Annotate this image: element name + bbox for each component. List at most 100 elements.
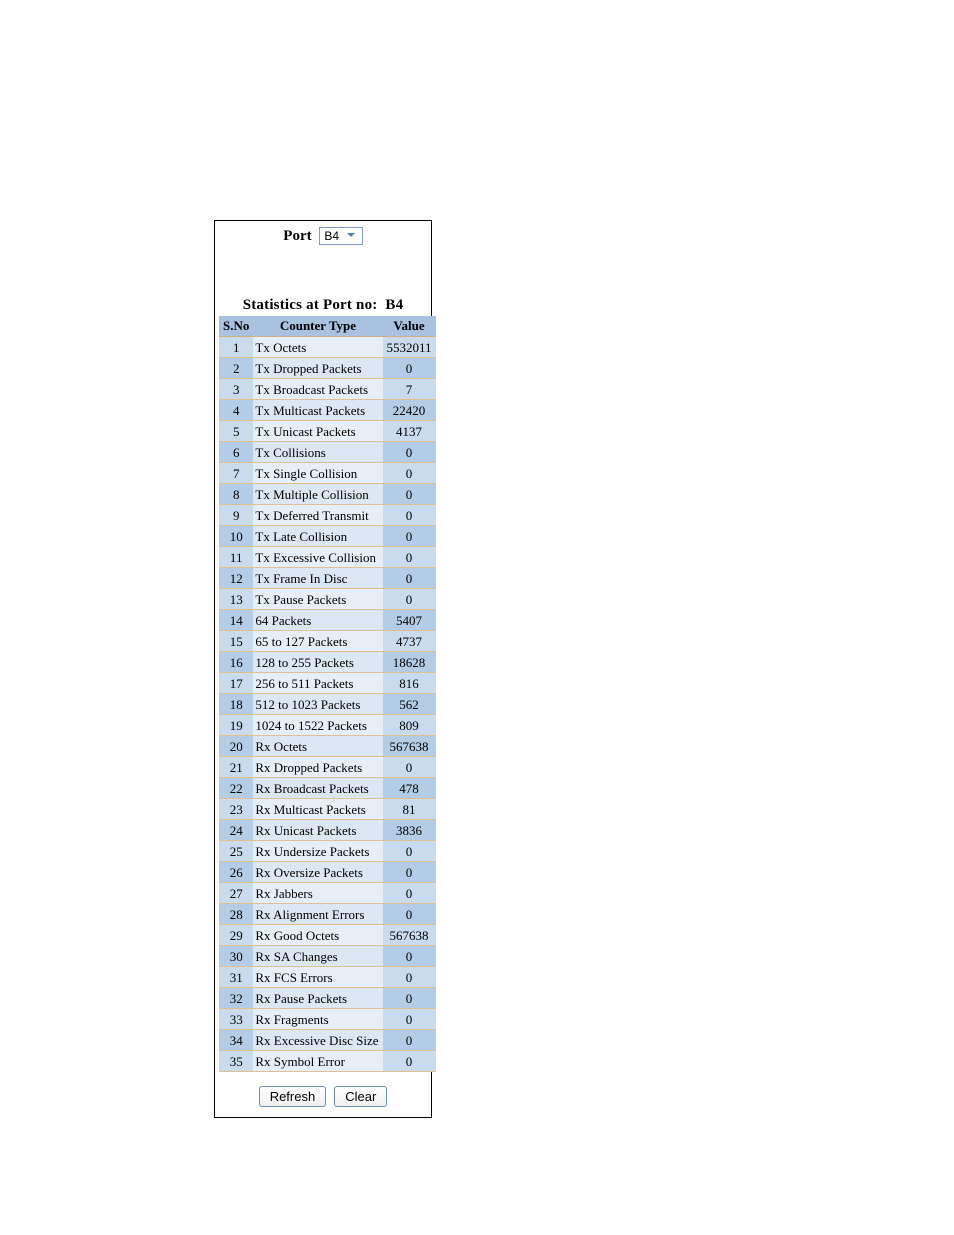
cell-sno: 11 — [219, 547, 253, 568]
table-row: 23Rx Multicast Packets81 — [219, 799, 436, 820]
cell-counter-type: Rx FCS Errors — [253, 967, 382, 988]
cell-counter-type: Rx SA Changes — [253, 946, 382, 967]
table-row: 1565 to 127 Packets4737 — [219, 631, 436, 652]
cell-counter-type: Rx Oversize Packets — [253, 862, 382, 883]
table-row: 29Rx Good Octets567638 — [219, 925, 436, 946]
table-row: 16128 to 255 Packets18628 — [219, 652, 436, 673]
cell-counter-type: Tx Octets — [253, 337, 382, 358]
table-row: 32Rx Pause Packets0 — [219, 988, 436, 1009]
cell-sno: 14 — [219, 610, 253, 631]
cell-sno: 21 — [219, 757, 253, 778]
button-row: Refresh Clear — [219, 1086, 427, 1107]
cell-sno: 22 — [219, 778, 253, 799]
cell-sno: 3 — [219, 379, 253, 400]
refresh-button[interactable]: Refresh — [259, 1086, 327, 1107]
cell-counter-type: Tx Frame In Disc — [253, 568, 382, 589]
statistics-title-prefix: Statistics at Port no: — [243, 297, 378, 313]
table-row: 34Rx Excessive Disc Size0 — [219, 1030, 436, 1051]
clear-button[interactable]: Clear — [334, 1086, 387, 1107]
cell-counter-type: Rx Symbol Error — [253, 1051, 382, 1072]
table-row: 24Rx Unicast Packets3836 — [219, 820, 436, 841]
cell-sno: 15 — [219, 631, 253, 652]
cell-value: 0 — [383, 988, 436, 1009]
cell-value: 0 — [383, 484, 436, 505]
table-row: 25Rx Undersize Packets0 — [219, 841, 436, 862]
port-selector-row: Port B4 — [219, 227, 427, 247]
cell-sno: 23 — [219, 799, 253, 820]
cell-sno: 18 — [219, 694, 253, 715]
cell-counter-type: Tx Unicast Packets — [253, 421, 382, 442]
cell-value: 567638 — [383, 736, 436, 757]
table-row: 22Rx Broadcast Packets478 — [219, 778, 436, 799]
port-select-value: B4 — [324, 229, 340, 243]
cell-sno: 34 — [219, 1030, 253, 1051]
cell-counter-type: 512 to 1023 Packets — [253, 694, 382, 715]
col-header-value: Value — [383, 316, 436, 337]
cell-value: 0 — [383, 862, 436, 883]
cell-sno: 32 — [219, 988, 253, 1009]
cell-value: 0 — [383, 526, 436, 547]
cell-value: 0 — [383, 946, 436, 967]
cell-sno: 13 — [219, 589, 253, 610]
cell-counter-type: Rx Alignment Errors — [253, 904, 382, 925]
table-row: 13Tx Pause Packets0 — [219, 589, 436, 610]
cell-counter-type: Rx Octets — [253, 736, 382, 757]
port-select[interactable]: B4 — [319, 227, 362, 245]
table-row: 21Rx Dropped Packets0 — [219, 757, 436, 778]
cell-sno: 24 — [219, 820, 253, 841]
cell-value: 5532011 — [383, 337, 436, 358]
chevron-down-icon — [346, 230, 360, 240]
cell-value: 0 — [383, 547, 436, 568]
cell-sno: 7 — [219, 463, 253, 484]
table-row: 8Tx Multiple Collision0 — [219, 484, 436, 505]
statistics-title: Statistics at Port no: B4 — [219, 297, 427, 314]
cell-value: 4137 — [383, 421, 436, 442]
table-header-row: S.No Counter Type Value — [219, 316, 436, 337]
cell-sno: 10 — [219, 526, 253, 547]
cell-counter-type: Rx Excessive Disc Size — [253, 1030, 382, 1051]
cell-value: 0 — [383, 358, 436, 379]
table-row: 6Tx Collisions0 — [219, 442, 436, 463]
cell-sno: 1 — [219, 337, 253, 358]
cell-sno: 33 — [219, 1009, 253, 1030]
statistics-title-port: B4 — [385, 297, 403, 313]
table-row: 33Rx Fragments0 — [219, 1009, 436, 1030]
cell-counter-type: Rx Good Octets — [253, 925, 382, 946]
cell-sno: 2 — [219, 358, 253, 379]
col-header-type: Counter Type — [253, 316, 382, 337]
cell-sno: 25 — [219, 841, 253, 862]
cell-counter-type: 65 to 127 Packets — [253, 631, 382, 652]
table-row: 35Rx Symbol Error0 — [219, 1051, 436, 1072]
table-row: 9Tx Deferred Transmit0 — [219, 505, 436, 526]
statistics-table: S.No Counter Type Value 1Tx Octets553201… — [219, 316, 436, 1072]
cell-value: 0 — [383, 1009, 436, 1030]
table-row: 12Tx Frame In Disc0 — [219, 568, 436, 589]
cell-value: 0 — [383, 589, 436, 610]
cell-value: 0 — [383, 568, 436, 589]
cell-value: 0 — [383, 883, 436, 904]
cell-value: 0 — [383, 1051, 436, 1072]
cell-counter-type: Tx Collisions — [253, 442, 382, 463]
cell-counter-type: Tx Multiple Collision — [253, 484, 382, 505]
table-row: 1Tx Octets5532011 — [219, 337, 436, 358]
cell-counter-type: Tx Pause Packets — [253, 589, 382, 610]
cell-counter-type: Rx Jabbers — [253, 883, 382, 904]
cell-value: 81 — [383, 799, 436, 820]
cell-value: 0 — [383, 967, 436, 988]
cell-counter-type: Rx Multicast Packets — [253, 799, 382, 820]
table-row: 2Tx Dropped Packets0 — [219, 358, 436, 379]
table-row: 10Tx Late Collision0 — [219, 526, 436, 547]
cell-sno: 30 — [219, 946, 253, 967]
cell-value: 0 — [383, 505, 436, 526]
cell-sno: 20 — [219, 736, 253, 757]
cell-value: 567638 — [383, 925, 436, 946]
cell-value: 5407 — [383, 610, 436, 631]
cell-value: 0 — [383, 904, 436, 925]
cell-counter-type: Rx Fragments — [253, 1009, 382, 1030]
cell-sno: 27 — [219, 883, 253, 904]
cell-sno: 5 — [219, 421, 253, 442]
cell-counter-type: Tx Deferred Transmit — [253, 505, 382, 526]
cell-value: 0 — [383, 757, 436, 778]
table-row: 7Tx Single Collision0 — [219, 463, 436, 484]
cell-value: 22420 — [383, 400, 436, 421]
